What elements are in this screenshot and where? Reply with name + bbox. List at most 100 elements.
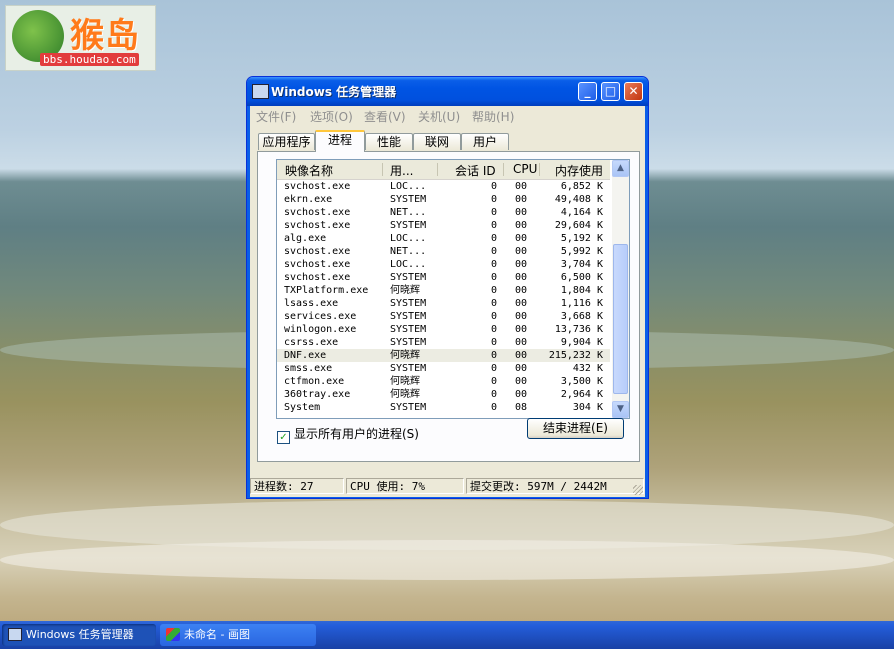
process-memory: 3,704 K [560,259,603,270]
process-memory: 3,668 K [560,311,603,322]
column-image-name[interactable]: 映像名称 [285,162,333,179]
process-image-name: DNF.exe [284,350,327,361]
column-divider[interactable] [382,163,383,176]
column-user[interactable]: 用... [390,162,413,179]
end-process-button[interactable]: 结束进程(E) [527,418,624,439]
process-session-id: 0 [490,272,497,283]
maximize-button[interactable]: □ [601,82,620,101]
processes-panel: 映像名称 用... 会话 ID CPU 内存使用 svchost.exe LOC.… [257,151,640,462]
process-session-id: 0 [490,181,497,192]
table-row[interactable]: alg.exe LOC... 0 00 5,192 K [277,232,610,245]
table-row[interactable]: svchost.exe NET... 0 00 5,992 K [277,245,610,258]
taskbar-item-task-manager[interactable]: Windows 任务管理器 [2,624,156,646]
status-process-count: 进程数: 27 [250,478,344,494]
process-session-id: 0 [490,220,497,231]
table-row[interactable]: ctfmon.exe 何晓辉 0 00 3,500 K [277,375,610,388]
process-user: SYSTEM [390,311,427,322]
table-row[interactable]: System SYSTEM 0 08 304 K [277,401,610,414]
process-memory: 29,604 K [554,220,603,231]
process-session-id: 0 [490,246,497,257]
table-row[interactable]: ekrn.exe SYSTEM 0 00 49,408 K [277,193,610,206]
minimize-button[interactable]: _ [578,82,597,101]
table-row[interactable]: svchost.exe SYSTEM 0 00 6,500 K [277,271,610,284]
scroll-thumb[interactable] [613,244,628,394]
process-image-name: ctfmon.exe [284,376,345,387]
process-image-name: svchost.exe [284,272,351,283]
taskbar-item-paint[interactable]: 未命名 - 画图 [160,624,316,646]
resize-grip-icon[interactable] [633,485,643,495]
process-list[interactable]: 映像名称 用... 会话 ID CPU 内存使用 svchost.exe LOC.… [276,159,630,419]
table-row[interactable]: csrss.exe SYSTEM 0 00 9,904 K [277,336,610,349]
window-title: Windows 任务管理器 [271,85,397,99]
process-user: LOC... [390,181,427,192]
process-cpu: 00 [514,233,527,244]
column-session-id[interactable]: 会话 ID [455,162,496,179]
process-cpu: 00 [514,272,527,283]
show-all-users-checkbox[interactable]: ✓ 显示所有用户的进程(S) [277,425,419,444]
close-button[interactable]: ✕ [624,82,643,101]
process-cpu: 00 [514,194,527,205]
watermark-url: bbs.houdao.com [40,53,139,66]
process-cpu: 00 [514,181,527,192]
process-cpu: 00 [514,350,527,361]
process-image-name: svchost.exe [284,220,351,231]
table-row[interactable]: smss.exe SYSTEM 0 00 432 K [277,362,610,375]
scroll-down-button[interactable]: ▼ [612,401,629,418]
tab-applications[interactable]: 应用程序 [258,133,315,150]
tab-networking[interactable]: 联网 [413,133,461,150]
process-session-id: 0 [490,259,497,270]
table-row[interactable]: winlogon.exe SYSTEM 0 00 13,736 K [277,323,610,336]
menu-shutdown[interactable]: 关机(U) [418,108,460,125]
process-image-name: winlogon.exe [284,324,357,335]
process-memory: 304 K [572,402,603,413]
column-divider[interactable] [503,163,504,176]
window-client: 文件(F) 选项(O) 查看(V) 关机(U) 帮助(H) 应用程序 进程 性能… [250,106,645,497]
table-row[interactable]: svchost.exe NET... 0 00 4,164 K [277,206,610,219]
show-all-users-label: 显示所有用户的进程(S) [294,427,419,441]
table-row[interactable]: 360tray.exe 何晓辉 0 00 2,964 K [277,388,610,401]
process-memory: 9,904 K [560,337,603,348]
menu-options[interactable]: 选项(O) [310,108,353,125]
process-memory: 5,192 K [560,233,603,244]
process-image-name: services.exe [284,311,357,322]
process-memory: 49,408 K [554,194,603,205]
vertical-scrollbar[interactable]: ▲ ▼ [612,160,629,418]
process-cpu: 00 [514,285,527,296]
column-divider[interactable] [437,163,438,176]
column-divider[interactable] [539,163,540,176]
table-row[interactable]: lsass.exe SYSTEM 0 00 1,116 K [277,297,610,310]
list-header: 映像名称 用... 会话 ID CPU 内存使用 [277,160,610,180]
process-user: 何晓辉 [390,285,420,296]
table-row[interactable]: services.exe SYSTEM 0 00 3,668 K [277,310,610,323]
table-row[interactable]: DNF.exe 何晓辉 0 00 215,232 K [277,349,610,362]
column-cpu[interactable]: CPU [513,162,537,176]
table-row[interactable]: svchost.exe LOC... 0 00 3,704 K [277,258,610,271]
process-cpu: 00 [514,259,527,270]
process-image-name: svchost.exe [284,207,351,218]
table-row[interactable]: svchost.exe LOC... 0 00 6,852 K [277,180,610,193]
task-manager-window: Windows 任务管理器 _ □ ✕ 文件(F) 选项(O) 查看(V) 关机… [246,76,649,499]
menu-view[interactable]: 查看(V) [364,108,406,125]
process-image-name: System [284,402,321,413]
process-session-id: 0 [490,311,497,322]
process-session-id: 0 [490,285,497,296]
process-user: LOC... [390,259,427,270]
scroll-up-button[interactable]: ▲ [612,160,629,177]
tab-performance[interactable]: 性能 [365,133,413,150]
tab-processes[interactable]: 进程 [315,130,365,152]
process-image-name: TXPlatform.exe [284,285,369,296]
process-memory: 3,500 K [560,376,603,387]
tab-users[interactable]: 用户 [461,133,509,150]
table-row[interactable]: TXPlatform.exe 何晓辉 0 00 1,804 K [277,284,610,297]
process-memory: 4,164 K [560,207,603,218]
menu-help[interactable]: 帮助(H) [472,108,514,125]
process-user: SYSTEM [390,194,427,205]
table-row[interactable]: svchost.exe SYSTEM 0 00 29,604 K [277,219,610,232]
process-user: LOC... [390,233,427,244]
menu-file[interactable]: 文件(F) [256,108,296,125]
process-memory: 215,232 K [548,350,603,361]
task-manager-icon [252,84,269,99]
column-memory[interactable]: 内存使用 [555,162,603,179]
title-bar[interactable]: Windows 任务管理器 _ □ ✕ [247,77,648,106]
process-user: SYSTEM [390,272,427,283]
